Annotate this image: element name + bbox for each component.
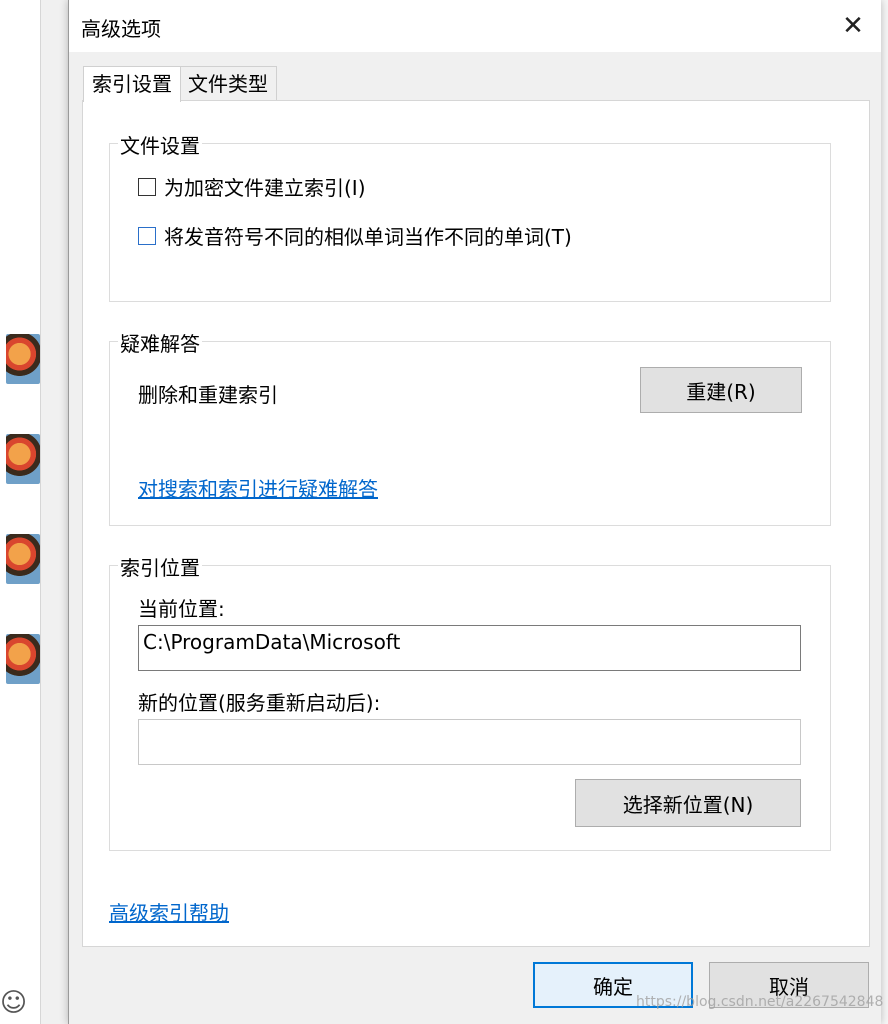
troubleshooting-group: 疑难解答 删除和重建索引 重建(R) 对搜索和索引进行疑难解答 bbox=[109, 328, 831, 526]
background-window-edge bbox=[40, 0, 69, 1024]
index-location-group: 索引位置 当前位置: C:\ProgramData\Microsoft 新的位置… bbox=[109, 552, 831, 851]
diacritics-checkbox[interactable] bbox=[138, 226, 156, 245]
checkbox-label: 将发音符号不同的相似单词当作不同的单词(T) bbox=[164, 225, 572, 249]
title-bar: 高级选项 ✕ bbox=[69, 0, 881, 52]
current-location-label: 当前位置: bbox=[138, 597, 225, 621]
checkbox-label: 为加密文件建立索引(I) bbox=[164, 176, 366, 200]
dialog-title: 高级选项 bbox=[81, 17, 161, 41]
select-new-location-button[interactable]: 选择新位置(N) bbox=[575, 779, 801, 827]
encrypted-files-option[interactable]: 为加密文件建立索引(I) bbox=[138, 172, 366, 201]
troubleshoot-link[interactable]: 对搜索和索引进行疑难解答 bbox=[138, 473, 378, 502]
avatar bbox=[6, 334, 40, 384]
rebuild-index-text: 删除和重建索引 bbox=[138, 383, 278, 407]
advanced-options-dialog: 高级选项 ✕ 索引设置 文件类型 文件设置 为加密文件建立索引(I) 将发音符号… bbox=[68, 0, 881, 1024]
avatar bbox=[6, 534, 40, 584]
new-location-label: 新的位置(服务重新启动后): bbox=[138, 691, 381, 715]
tab-file-types[interactable]: 文件类型 bbox=[179, 66, 277, 101]
avatar bbox=[6, 434, 40, 484]
close-icon[interactable]: ✕ bbox=[833, 6, 873, 46]
watermark: https://blog.csdn.net/a2267542848 bbox=[636, 994, 884, 1010]
file-settings-group: 文件设置 为加密文件建立索引(I) 将发音符号不同的相似单词当作不同的单词(T) bbox=[109, 130, 831, 302]
avatar bbox=[6, 634, 40, 684]
current-location-field[interactable]: C:\ProgramData\Microsoft bbox=[138, 625, 801, 671]
group-title: 索引位置 bbox=[118, 552, 202, 581]
new-location-field[interactable] bbox=[138, 719, 801, 765]
tab-index-settings[interactable]: 索引设置 bbox=[83, 66, 181, 102]
group-title: 疑难解答 bbox=[118, 328, 202, 357]
diacritics-option[interactable]: 将发音符号不同的相似单词当作不同的单词(T) bbox=[138, 221, 572, 250]
encrypted-files-checkbox[interactable] bbox=[138, 177, 156, 196]
emoji-icon[interactable]: ☺ bbox=[0, 988, 27, 1018]
tab-panel: 文件设置 为加密文件建立索引(I) 将发音符号不同的相似单词当作不同的单词(T)… bbox=[82, 100, 870, 947]
advanced-index-help-link[interactable]: 高级索引帮助 bbox=[109, 897, 229, 926]
group-title: 文件设置 bbox=[118, 130, 202, 159]
background-window: ☺ bbox=[0, 0, 69, 1024]
rebuild-button[interactable]: 重建(R) bbox=[640, 367, 802, 413]
